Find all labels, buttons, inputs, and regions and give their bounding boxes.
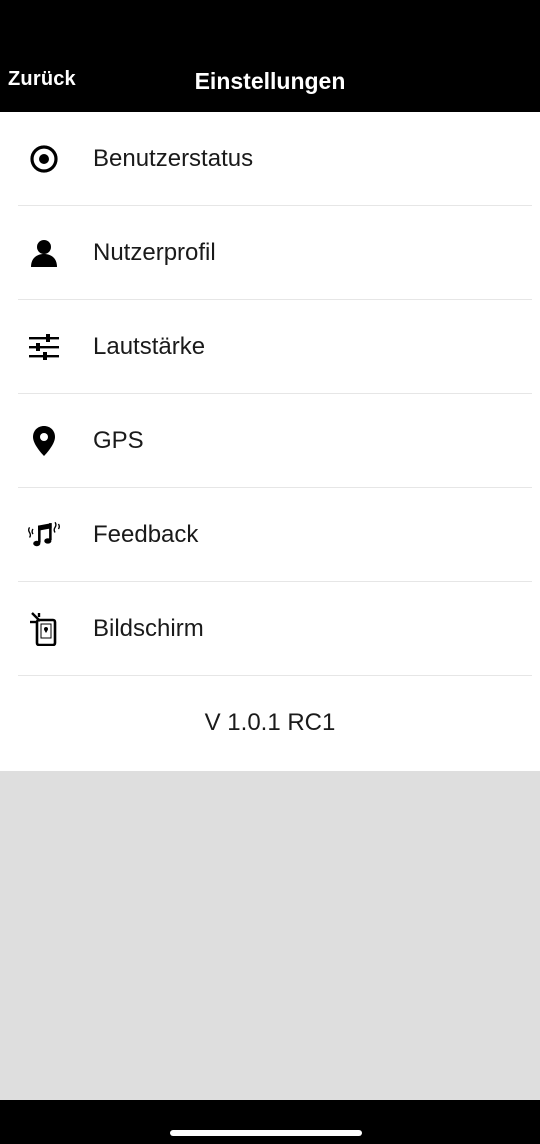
phone-screen-icon (27, 612, 61, 646)
settings-item-feedback[interactable]: Feedback (0, 488, 540, 582)
version-row: V 1.0.1 RC1 (0, 676, 540, 770)
settings-item-label: Benutzerstatus (93, 145, 254, 172)
settings-item-nutzerprofil[interactable]: Nutzerprofil (0, 206, 540, 300)
settings-list: Benutzerstatus Nutzerprofil Lautstärke G… (0, 112, 540, 770)
settings-item-label: Feedback (93, 521, 199, 548)
navigation-bar: Zurück Einstellungen (0, 0, 540, 112)
settings-item-label: Lautstärke (93, 333, 206, 360)
settings-item-label: Nutzerprofil (93, 239, 216, 266)
music-vibration-icon (27, 518, 61, 552)
location-pin-icon (27, 424, 61, 458)
version-label: V 1.0.1 RC1 (204, 709, 336, 736)
settings-item-label: Bildschirm (93, 615, 204, 642)
bottom-bar (0, 1100, 540, 1144)
settings-item-benutzerstatus[interactable]: Benutzerstatus (0, 112, 540, 206)
person-icon (27, 236, 61, 270)
page-title: Einstellungen (194, 68, 346, 94)
sliders-icon (27, 330, 61, 364)
settings-item-lautstaerke[interactable]: Lautstärke (0, 300, 540, 394)
home-indicator[interactable] (170, 1130, 362, 1136)
settings-item-bildschirm[interactable]: Bildschirm (0, 582, 540, 676)
target-icon (27, 142, 61, 176)
settings-item-label: GPS (93, 427, 144, 454)
empty-content-area (0, 771, 540, 1100)
settings-item-gps[interactable]: GPS (0, 394, 540, 488)
